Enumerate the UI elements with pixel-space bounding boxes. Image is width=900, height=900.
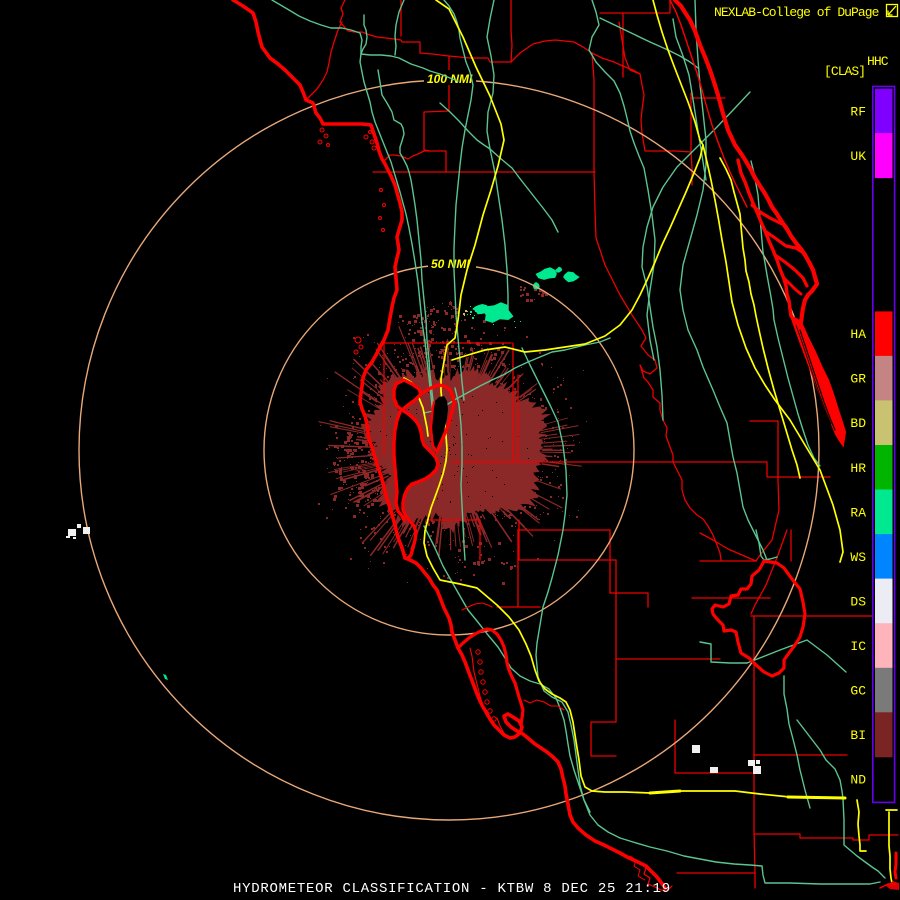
svg-text:RF: RF — [850, 104, 866, 119]
svg-text:GC: GC — [850, 684, 866, 699]
svg-text:HYDROMETEOR CLASSIFICATION - K: HYDROMETEOR CLASSIFICATION - KTBW 8 DEC … — [233, 881, 671, 897]
svg-text:BI: BI — [850, 728, 866, 743]
svg-text:ND: ND — [850, 773, 866, 788]
svg-text:RA: RA — [850, 505, 866, 520]
svg-text:50 NMI: 50 NMI — [431, 257, 470, 271]
svg-text:NEXLAB-College of DuPage: NEXLAB-College of DuPage — [714, 5, 879, 20]
svg-text:GR: GR — [850, 372, 866, 387]
svg-text:100 NMI: 100 NMI — [427, 72, 473, 86]
svg-text:WS: WS — [850, 550, 866, 565]
svg-text:HHC: HHC — [867, 54, 889, 69]
svg-text:IC: IC — [850, 639, 866, 654]
svg-text:HA: HA — [850, 327, 866, 342]
svg-text:DS: DS — [850, 594, 866, 609]
svg-text:[CLAS]: [CLAS] — [824, 64, 865, 79]
svg-text:HR: HR — [850, 461, 866, 476]
svg-text:BD: BD — [850, 416, 866, 431]
svg-text:UK: UK — [850, 149, 866, 164]
